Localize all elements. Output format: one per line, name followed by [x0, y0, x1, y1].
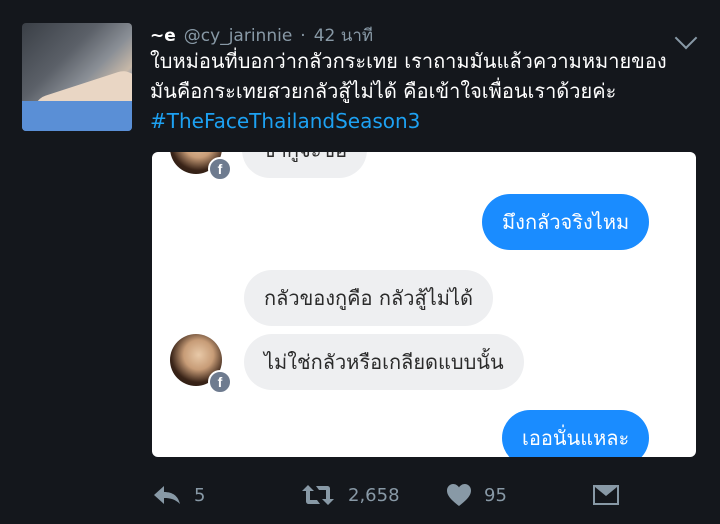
tweet-text-line: มันคือกระเทยสวยกลัวสู้ไม่ได้ คือเข้าใจเพ…	[150, 79, 617, 103]
display-name[interactable]: ~e	[150, 26, 176, 46]
separator: ·	[300, 25, 306, 46]
retweet-icon	[302, 485, 334, 505]
reply-count: 5	[194, 484, 206, 506]
author-avatar[interactable]	[22, 23, 132, 131]
chat-bubble-sent: มึงกลัวจริงไหม	[482, 194, 650, 250]
retweet-count: 2,658	[348, 484, 400, 506]
facebook-icon: f	[208, 157, 232, 181]
tweet-text-line: ใบหม่อนที่บอกว่ากลัวกระเทย เราถามมันแล้ว…	[150, 49, 667, 73]
facebook-icon: f	[208, 370, 232, 394]
direct-message-button[interactable]	[592, 478, 620, 512]
tweet-actions: 5 2,658 95	[152, 478, 672, 512]
tweet-text: ใบหม่อนที่บอกว่ากลัวกระเทย เราถามมันแล้ว…	[150, 46, 710, 136]
timestamp[interactable]: 42 นาที	[314, 22, 373, 49]
tweet-header: ~e @cy_jarinnie · 42 นาที	[150, 22, 373, 49]
reply-icon	[154, 486, 180, 504]
hashtag-link[interactable]: #TheFaceThailandSeason3	[150, 106, 710, 136]
user-handle[interactable]: @cy_jarinnie	[184, 26, 293, 46]
avatar-image-detail	[22, 101, 132, 131]
chat-bubble-received: ไม่ใช่กลัวหรือเกลียดแบบนั้น	[244, 334, 524, 390]
chat-bubble-sent: เออนั่นแหละ	[502, 410, 650, 457]
reply-button[interactable]: 5	[152, 478, 205, 512]
direct-message-icon	[593, 485, 619, 505]
like-count: 95	[484, 484, 507, 506]
chat-bubble-received: ข้ากูจะขอ	[242, 152, 368, 178]
like-icon	[447, 484, 471, 506]
retweet-button[interactable]: 2,658	[300, 478, 400, 512]
like-button[interactable]: 95	[446, 478, 507, 512]
chat-bubble-received: กลัวของกูคือ กลัวสู้ไม่ได้	[244, 270, 493, 326]
tweet-media-image[interactable]: f ข้ากูจะขอ มึงกลัวจริงไหม กลัวของกูคือ …	[152, 152, 696, 457]
